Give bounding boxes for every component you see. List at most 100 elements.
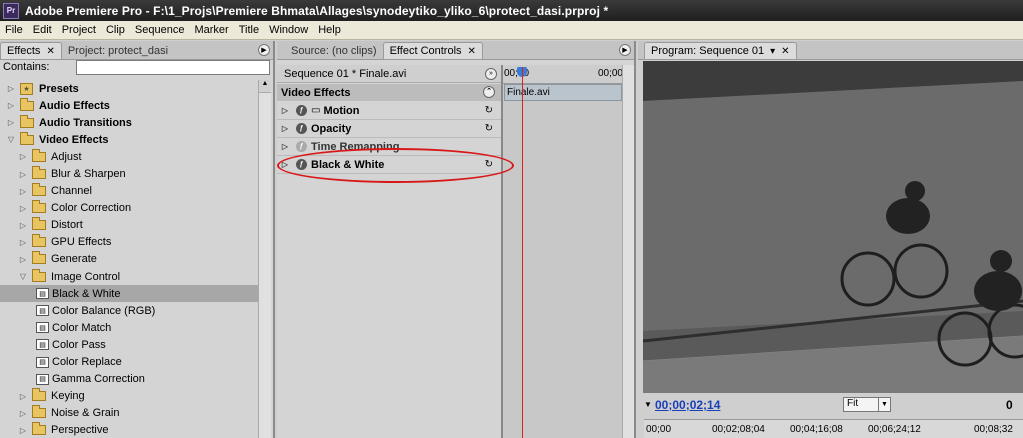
presets-folder-icon: ★ — [20, 82, 33, 95]
menu-clip[interactable]: Clip — [101, 24, 130, 36]
expand-triangle-icon[interactable]: ▷ — [18, 238, 28, 247]
tree-item[interactable]: ▤ Color Replace — [0, 354, 258, 371]
panel-menu-icon[interactable]: ▶ — [619, 44, 631, 56]
zoom-select[interactable]: Fit ▼ — [843, 397, 891, 412]
expand-triangle-icon[interactable]: ▷ — [18, 255, 28, 264]
close-icon[interactable]: ✕ — [781, 46, 789, 57]
menu-window[interactable]: Window — [264, 24, 313, 36]
expand-triangle-icon[interactable]: ▷ — [280, 142, 290, 151]
premiere-app-icon: Pr — [3, 2, 19, 19]
menu-sequence[interactable]: Sequence — [130, 24, 190, 36]
folder-icon — [32, 422, 46, 436]
menu-title[interactable]: Title — [234, 24, 264, 36]
tree-item[interactable]: ▷ Adjust — [0, 148, 258, 165]
film-transform-icon[interactable]: ▭ — [311, 105, 320, 116]
expand-triangle-icon[interactable]: ▷ — [18, 409, 28, 418]
tree-item[interactable]: ▽ Video Effects — [0, 131, 258, 148]
effect-row-opacity[interactable]: ▷ ƒ Opacity ↻ — [277, 120, 501, 138]
effect-label: Opacity — [311, 122, 352, 135]
tree-item[interactable]: ▤ Gamma Correction — [0, 371, 258, 388]
folder-icon — [32, 405, 46, 419]
window-title: Adobe Premiere Pro - F:\1_Projs\Premiere… — [25, 3, 609, 18]
tab-project[interactable]: Project: protect_dasi — [62, 42, 174, 59]
menu-marker[interactable]: Marker — [189, 24, 233, 36]
expand-triangle-icon[interactable]: ▷ — [18, 170, 28, 179]
program-tabstrip: Program: Sequence 01 ▾ ✕ — [638, 41, 1023, 60]
menu-project[interactable]: Project — [57, 24, 101, 36]
folder-icon — [32, 234, 46, 248]
tree-item[interactable]: ▷ Perspective — [0, 422, 258, 438]
tree-item-label: Video Effects — [39, 133, 109, 146]
contains-search-input[interactable] — [76, 60, 270, 75]
tree-item[interactable]: ▤ Black & White — [0, 285, 258, 303]
close-icon[interactable]: ✕ — [468, 46, 476, 57]
tree-item[interactable]: ▽ Image Control — [0, 268, 258, 285]
video-effect-icon: ▤ — [36, 288, 49, 300]
program-time-ruler[interactable]: 00;00 00;02;08;04 00;04;16;08 00;06;24;1… — [644, 419, 1023, 438]
dropdown-icon[interactable]: ▾ — [770, 46, 775, 57]
duration-timecode: 0 — [1006, 398, 1013, 412]
close-icon[interactable]: ✕ — [46, 46, 54, 57]
timecode-arrow-icon: ▼ — [644, 400, 652, 409]
fx-toggle-icon[interactable]: ƒ — [296, 123, 307, 134]
effect-controls-panel: Source: (no clips) Effect Controls ✕ ▶ S… — [277, 41, 636, 438]
tree-item[interactable]: ▤ Color Match — [0, 319, 258, 336]
tree-item[interactable]: ▤ Color Pass — [0, 336, 258, 353]
show-hide-timeline-icon[interactable]: » — [485, 68, 497, 80]
tree-item[interactable]: ▷ Generate — [0, 251, 258, 268]
tree-item[interactable]: ▷ Channel — [0, 183, 258, 200]
expand-triangle-icon[interactable]: ▷ — [280, 124, 290, 133]
tab-effects[interactable]: Effects ✕ — [0, 42, 62, 59]
tree-item[interactable]: ▷ Blur & Sharpen — [0, 165, 258, 182]
folder-icon — [32, 268, 46, 282]
fx-toggle-icon[interactable]: ƒ — [296, 141, 307, 152]
expand-triangle-icon[interactable]: ▷ — [18, 204, 28, 213]
tree-item[interactable]: ▷ Audio Effects — [0, 97, 258, 114]
tree-item[interactable]: ▤ Color Balance (RGB) — [0, 302, 258, 319]
panel-menu-icon[interactable]: ▶ — [258, 44, 270, 56]
fx-toggle-icon[interactable]: ƒ — [296, 105, 307, 116]
tree-item[interactable]: ▷ Keying — [0, 388, 258, 405]
expand-triangle-icon[interactable]: ▷ — [18, 152, 28, 161]
tab-program[interactable]: Program: Sequence 01 ▾ ✕ — [644, 42, 797, 59]
current-timecode[interactable]: 00;00;02;14 — [655, 398, 720, 412]
tree-item[interactable]: ▷ Noise & Grain — [0, 405, 258, 422]
video-effects-header: Video Effects ⌃ — [277, 84, 501, 101]
tree-item[interactable]: ▷ Distort — [0, 217, 258, 234]
expand-triangle-icon[interactable]: ▷ — [18, 221, 28, 230]
effect-row-motion[interactable]: ▷ ƒ ▭ Motion ↻ — [277, 102, 501, 120]
expand-triangle-icon[interactable]: ▷ — [6, 101, 16, 110]
expand-triangle-icon[interactable]: ▷ — [18, 187, 28, 196]
reset-icon[interactable]: ↻ — [485, 105, 493, 116]
scroll-up-arrow-icon[interactable]: ▲ — [259, 80, 271, 93]
tree-item[interactable]: ▷ ★ Presets — [0, 80, 258, 97]
clip-name: Finale.avi — [507, 87, 550, 98]
effects-scrollbar[interactable]: ▲ — [258, 80, 271, 438]
expand-triangle-icon[interactable]: ▷ — [6, 118, 16, 127]
tab-effect-controls[interactable]: Effect Controls ✕ — [382, 42, 483, 59]
tree-item[interactable]: ▷ Color Correction — [0, 200, 258, 217]
tree-item[interactable]: ▷ Audio Transitions — [0, 114, 258, 131]
video-effects-title: Video Effects — [281, 86, 351, 99]
effect-controls-timeline[interactable]: 00;00 00;00 Finale.avi — [501, 65, 625, 438]
reset-icon[interactable]: ↻ — [485, 123, 493, 134]
program-video-frame — [643, 61, 1023, 393]
tree-item-label: Blur & Sharpen — [51, 168, 126, 181]
menu-edit[interactable]: Edit — [28, 24, 57, 36]
expand-triangle-icon[interactable]: ▷ — [6, 84, 16, 93]
folder-icon — [32, 166, 46, 180]
tree-item-label: Audio Transitions — [39, 116, 132, 129]
tab-source[interactable]: Source: (no clips) — [285, 42, 383, 59]
effect-controls-scrollbar[interactable] — [622, 65, 634, 438]
chevron-down-icon[interactable]: ▼ — [878, 398, 890, 411]
menu-file[interactable]: File — [0, 24, 28, 36]
expand-triangle-icon[interactable]: ▷ — [18, 392, 28, 401]
menu-help[interactable]: Help — [313, 24, 346, 36]
expand-triangle-icon[interactable]: ▷ — [18, 426, 28, 435]
collapse-triangle-icon[interactable]: ▽ — [6, 135, 16, 144]
expand-triangle-icon[interactable]: ▷ — [280, 106, 290, 115]
collapse-icon[interactable]: ⌃ — [483, 86, 495, 98]
title-bar: Pr Adobe Premiere Pro - F:\1_Projs\Premi… — [0, 0, 1023, 21]
tree-item[interactable]: ▷ GPU Effects — [0, 234, 258, 251]
collapse-triangle-icon[interactable]: ▽ — [18, 272, 28, 281]
